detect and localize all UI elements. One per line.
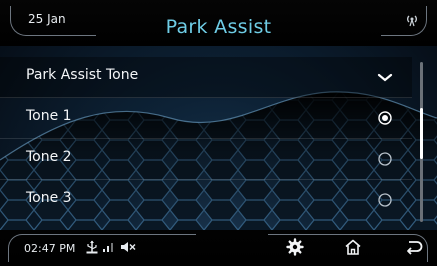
radio-button-selected[interactable] xyxy=(377,109,393,127)
scrollbar[interactable] xyxy=(420,62,423,222)
signal-tab xyxy=(381,6,427,36)
scrollbar-thumb[interactable] xyxy=(420,108,423,159)
park-assist-tone-section[interactable]: Park Assist Tone xyxy=(0,57,412,98)
tone-option-3[interactable]: Tone 3 xyxy=(0,180,412,221)
tone-label: Tone 1 xyxy=(26,108,72,124)
tone-label: Tone 2 xyxy=(26,149,72,165)
section-label: Park Assist Tone xyxy=(26,67,139,83)
signal-strength-icon xyxy=(103,243,113,252)
tone-label: Tone 3 xyxy=(26,190,72,206)
tone-option-1[interactable]: Tone 1 xyxy=(0,98,412,139)
tone-menu: Park Assist Tone Tone 1 Tone 2 Tone 3 xyxy=(0,57,412,221)
radio-button-unselected[interactable] xyxy=(377,191,393,209)
home-icon[interactable] xyxy=(344,238,362,256)
page-title: Park Assist xyxy=(165,16,272,38)
screen: 25 Jan Park Assist Park Assist Tone Tone… xyxy=(0,0,437,266)
chevron-down-icon[interactable] xyxy=(377,68,393,86)
top-bar: 25 Jan Park Assist xyxy=(0,0,437,46)
mute-icon xyxy=(121,242,136,252)
wireless-signal-icon xyxy=(407,15,417,27)
bottom-bar: 02:47 PM xyxy=(0,230,437,266)
clock: 02:47 PM xyxy=(24,242,76,255)
tone-option-2[interactable]: Tone 2 xyxy=(0,139,412,180)
radio-button-unselected[interactable] xyxy=(377,150,393,168)
usb-icon xyxy=(86,240,98,254)
settings-gear-icon[interactable] xyxy=(286,238,304,256)
back-arrow-icon[interactable] xyxy=(404,238,424,256)
